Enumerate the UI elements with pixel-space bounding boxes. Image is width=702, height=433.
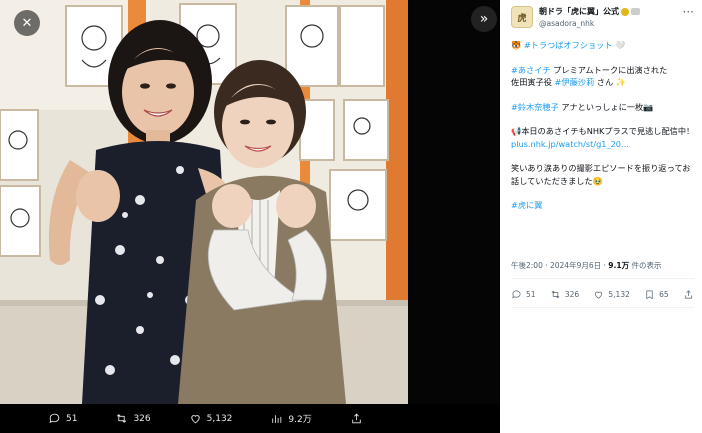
repost-button[interactable]: 326 <box>550 289 579 300</box>
tweet-paragraph: 📢本日のあさイチもNHKプラスで見逃し配信中！ plus.nhk.jp/watc… <box>511 125 696 150</box>
body-text: 笑いあり涙ありの撮影エピソードを振り返ってお話していただきました🥹 <box>511 163 691 186</box>
hashtag-link[interactable]: #あさイチ <box>511 65 551 75</box>
display-name-text[interactable]: 朝ドラ「虎に翼」公式 <box>539 7 619 16</box>
repost-button[interactable]: 326 <box>115 412 151 425</box>
media-action-bar: 51 326 5,132 9.2万 <box>0 404 500 433</box>
body-text: さん ✨ <box>594 77 626 87</box>
reply-icon <box>512 290 521 299</box>
divider <box>511 307 694 308</box>
like-button[interactable]: 5,132 <box>593 289 630 300</box>
tweet-actions: 51 326 5,132 65 <box>511 289 694 300</box>
hashtag-link[interactable]: #虎に翼 <box>511 200 542 210</box>
share-button[interactable] <box>683 289 694 300</box>
bookmark-button[interactable]: 65 <box>644 289 669 300</box>
like-count: 5,132 <box>206 413 233 424</box>
bookmark-count: 65 <box>659 290 669 299</box>
like-button[interactable]: 5,132 <box>189 412 233 425</box>
reply-count: 51 <box>526 290 536 299</box>
hashtag-link[interactable]: #鈴木奈穂子 <box>511 102 559 112</box>
body-text: アナといっしょに一枚📷 <box>558 101 654 112</box>
analytics-icon <box>272 415 282 423</box>
reply-icon <box>49 413 60 424</box>
body-text: 佐田寅子役 <box>511 77 555 87</box>
tweet-paragraph: #鈴木奈穂子 アナといっしょに一枚📷 <box>511 101 696 113</box>
hashtag-link: 🐯 <box>511 40 524 50</box>
tweet-meta: 午後2:00 · 2024年9月6日 · 9.1万 件の表示 <box>511 260 661 271</box>
share-button[interactable] <box>350 412 363 425</box>
repost-count: 326 <box>564 290 580 299</box>
viewer-side-area <box>408 0 500 404</box>
tweet-paragraph: #あさイチ プレミアムトークに出演された佐田寅子役 #伊藤沙莉 さん ✨ <box>511 64 696 89</box>
tweet-paragraph: 🐯 #トラつばオフショット 🤍 <box>511 39 696 51</box>
share-icon <box>352 413 361 424</box>
verified-badge-icon <box>621 7 629 16</box>
hashtag-link[interactable]: #トラつばオフショット <box>524 40 613 50</box>
repost-count: 326 <box>133 413 151 424</box>
tweet-panel: 虎 朝ドラ「虎に翼」公式 @asadora_nhk ··· 🐯 #トラつばオフシ… <box>500 0 702 433</box>
display-name[interactable]: 朝ドラ「虎に翼」公式 <box>539 6 640 17</box>
repost-icon <box>117 414 127 423</box>
share-icon <box>684 290 693 299</box>
avatar[interactable]: 虎 <box>511 6 533 28</box>
view-count: 9.1万 <box>608 261 630 270</box>
expand-panel-icon[interactable]: » <box>471 6 497 32</box>
divider <box>511 278 694 279</box>
bookmark-icon <box>646 290 653 300</box>
tweet-paragraph: 笑いあり涙ありの撮影エピソードを振り返ってお話していただきました🥹 <box>511 162 696 187</box>
views-count: 9.2万 <box>288 415 312 425</box>
emoji: 🤍 <box>615 40 626 50</box>
heart-icon <box>595 291 603 299</box>
repost-icon <box>551 290 560 299</box>
close-icon[interactable]: ✕ <box>14 10 40 36</box>
view-label: 件の表示 <box>629 261 662 270</box>
tweet-body: 🐯 #トラつばオフショット 🤍 #あさイチ プレミアムトークに出演された佐田寅子… <box>511 39 696 224</box>
affiliate-badge-icon <box>631 8 640 15</box>
handle[interactable]: @asadora_nhk <box>539 19 640 28</box>
body-text: プレミアムトークに出演された <box>550 64 668 75</box>
reply-button[interactable]: 51 <box>511 289 536 300</box>
media-viewer: ✕ » 51 326 5,132 9.2万 <box>0 0 500 433</box>
tweet-header: 虎 朝ドラ「虎に翼」公式 @asadora_nhk <box>511 6 640 28</box>
more-options-icon[interactable]: ··· <box>683 5 694 19</box>
heart-icon <box>190 415 200 424</box>
photo-image <box>0 0 408 404</box>
views-button[interactable]: 9.2万 <box>270 412 312 425</box>
like-count: 5,132 <box>608 290 630 299</box>
reply-button[interactable]: 51 <box>48 412 77 425</box>
reply-count: 51 <box>66 413 78 424</box>
author-names: 朝ドラ「虎に翼」公式 @asadora_nhk <box>539 6 640 28</box>
timestamp[interactable]: 午後2:00 · 2024年9月6日 · <box>511 261 608 270</box>
post-photo[interactable]: ✕ <box>0 0 408 404</box>
tweet-paragraph: #虎に翼 <box>511 199 696 211</box>
body-text: 📢本日のあさイチもNHKプラスで見逃し配信中！ <box>511 126 695 137</box>
hashtag-link[interactable]: #伊藤沙莉 <box>555 77 595 87</box>
external-link[interactable]: plus.nhk.jp/watch/st/g1_20... <box>511 139 629 149</box>
app-window: ✕ » 51 326 5,132 9.2万 虎 朝ドラ「虎に翼」公式 @asad… <box>0 0 702 433</box>
